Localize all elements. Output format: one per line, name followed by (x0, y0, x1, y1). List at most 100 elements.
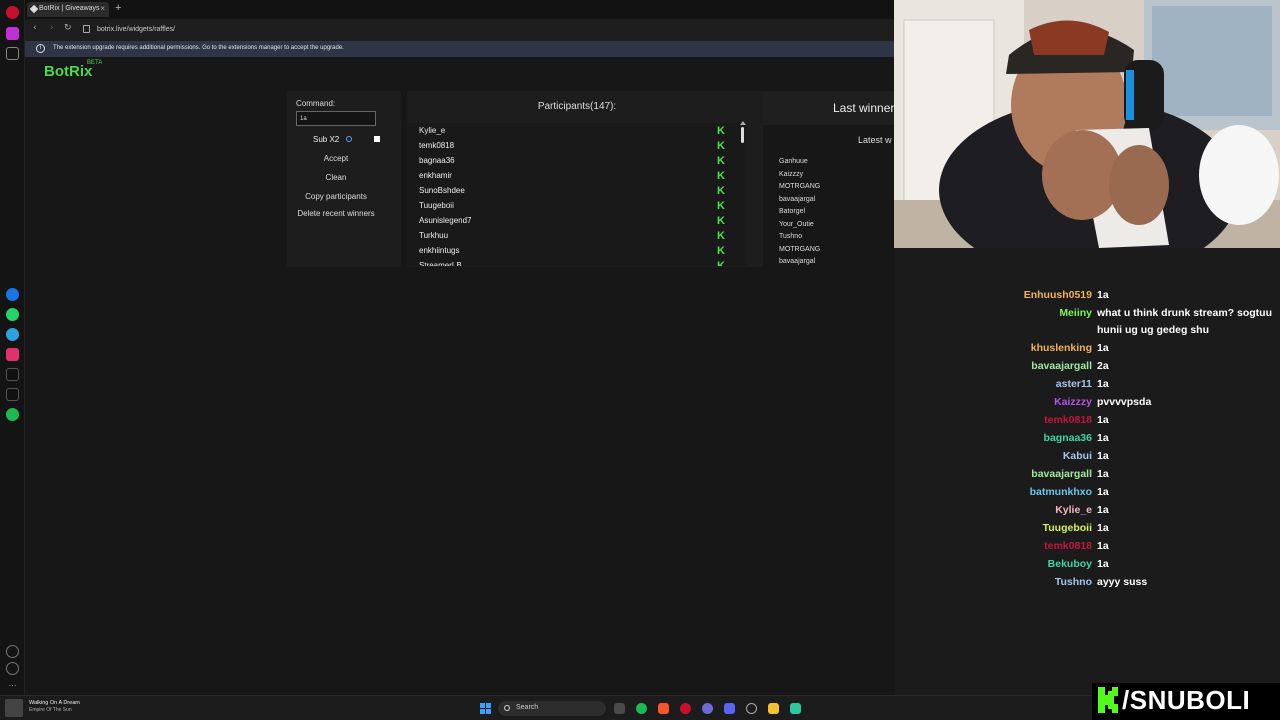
media-thumbnail[interactable] (5, 699, 23, 717)
browser-sidebar: ⋯ (0, 0, 25, 695)
participant-name: Turkhuu (419, 231, 449, 240)
heart-icon[interactable] (6, 645, 19, 658)
media-artist: Empire Of The Sun (29, 707, 72, 713)
taskbar-search[interactable]: Search (498, 701, 606, 716)
discord-icon[interactable] (724, 703, 735, 714)
scroll-up-icon[interactable] (740, 121, 746, 125)
participant-row[interactable]: StreamerLB K (419, 261, 739, 267)
url-field[interactable]: botrix.live/widgets/raffles/ (97, 26, 175, 33)
botrix-logo[interactable]: BotRix (44, 63, 92, 80)
forward-icon[interactable]: › (50, 23, 54, 33)
chat-username: bavaajargall (1031, 360, 1092, 372)
chat-text: 1a (1097, 540, 1109, 552)
opera-taskbar-icon[interactable] (680, 703, 691, 714)
participant-row[interactable]: Tuugeboii K (419, 201, 739, 216)
winner-row: Kaizzzy (779, 170, 804, 178)
telegram-icon[interactable] (6, 328, 19, 341)
beta-badge: BETA (87, 60, 103, 66)
winner-row: Tushno (779, 233, 803, 240)
participant-row[interactable]: Turkhuu K (419, 231, 739, 246)
star-icon[interactable] (6, 47, 19, 60)
history-icon[interactable] (6, 662, 19, 675)
chat-username: Meiiny (1059, 307, 1092, 319)
windows-start-icon[interactable] (480, 703, 491, 714)
taskbar: Walking On A Dream Empire Of The Sun Sea… (0, 695, 1280, 720)
whatsapp-icon[interactable] (6, 308, 19, 321)
reload-icon[interactable]: ↻ (64, 23, 72, 33)
participant-row[interactable]: enkhiintugs K (419, 246, 739, 261)
webcam-overlay (894, 0, 1280, 248)
delete-recent-winners-button[interactable]: Delete recent winners (297, 209, 375, 218)
accept-button[interactable]: Accept (297, 154, 375, 163)
kick-badge-icon: K (717, 230, 725, 242)
extension-notice-bar: i The extension upgrade requires additio… (25, 41, 895, 57)
participant-row[interactable]: SunoBshdee K (419, 186, 739, 201)
kick-badge-icon: K (717, 155, 725, 167)
kick-badge-icon: K (717, 170, 725, 182)
participants-panel: Participants(147): Kylie_e Ktemk0818 Kbagn… (407, 91, 767, 267)
latest-winners-subtitle: Latest w (858, 135, 892, 145)
spotify-icon[interactable] (6, 408, 19, 421)
new-tab-icon[interactable]: + (115, 2, 121, 14)
participant-row[interactable]: Asunislegend7 K (419, 216, 739, 231)
tab-botrix-giveaways[interactable]: BotRix | Giveaways × (27, 2, 109, 17)
tab-strip: BotRix | Giveaways × + (25, 0, 895, 19)
more-icon[interactable]: ⋯ (6, 679, 19, 692)
chat-text: 1a (1097, 522, 1109, 534)
participant-name: Kylie_e (419, 126, 446, 135)
info-circle-icon: i (36, 44, 45, 53)
settings-icon[interactable] (746, 703, 757, 714)
winner-row: MOTRGANG (779, 245, 821, 253)
raffle-controls-panel: Command: 1a Sub X2 Accept Clean Copy par… (287, 91, 401, 267)
spotify-taskbar-icon[interactable] (636, 703, 647, 714)
winner-row: bavaajargal (779, 258, 816, 265)
chat-text: 1a (1097, 504, 1109, 516)
tab-close-icon[interactable]: × (100, 4, 105, 13)
search-label: Search (516, 704, 539, 711)
sub-x2-checkbox[interactable] (374, 136, 380, 142)
participants-list[interactable]: Kylie_e Ktemk0818 Kbagnaa36 Kenkhamir K SunoB… (407, 123, 747, 266)
info-icon[interactable] (346, 136, 352, 142)
streamer-webcam-image (894, 0, 1280, 248)
last-winners-title: Last winners (833, 101, 895, 115)
clean-button[interactable]: Clean (297, 173, 375, 182)
participant-row[interactable]: temk0818 K (419, 141, 739, 156)
copy-participants-button[interactable]: Copy participants (297, 192, 375, 201)
opera-gx-icon[interactable] (702, 703, 713, 714)
participant-row[interactable]: enkhamir K (419, 171, 739, 186)
screen: ⋯ BotRix | Giveaways × + ‹ › ↻ botrix.li… (0, 0, 1280, 720)
sub-x2-label: Sub X2 (313, 135, 340, 144)
chat-text: 1a (1097, 342, 1109, 354)
chat-text: 1a (1097, 486, 1109, 498)
chat-username: khuslenking (1030, 342, 1092, 354)
chat-text: 1a (1097, 558, 1109, 570)
chat-text: 1a (1097, 432, 1109, 444)
task-view-icon[interactable] (614, 703, 625, 714)
participants-scrollbar[interactable] (741, 127, 744, 143)
chat-username: Kaizzzy (1054, 396, 1092, 408)
chat-username: bavaajargall (1031, 468, 1092, 480)
file-explorer-icon[interactable] (768, 703, 779, 714)
command-input[interactable]: 1a (296, 111, 376, 126)
opera-logo-icon[interactable] (6, 6, 19, 19)
participant-row[interactable]: Kylie_e K (419, 126, 739, 141)
participant-name: temk0818 (419, 141, 455, 150)
botrix-page: BotRix BETA Command: 1a Sub X2 Accept Cl… (25, 57, 895, 695)
participant-row[interactable]: bagnaa36 K (419, 156, 739, 171)
streamer-brand: /SNUBOLI (1092, 683, 1280, 720)
tiktok-icon[interactable] (6, 368, 19, 381)
x-icon[interactable] (6, 388, 19, 401)
winner-row: MOTRGANG (779, 183, 821, 190)
kick-badge-icon: K (717, 140, 725, 152)
instagram-icon[interactable] (6, 348, 19, 361)
back-icon[interactable]: ‹ (33, 23, 37, 33)
kick-badge-icon: K (717, 245, 725, 257)
notice-text: The extension upgrade requires additiona… (53, 45, 344, 51)
app-icon[interactable] (790, 703, 801, 714)
home-icon[interactable] (6, 27, 19, 40)
winner-row: Batorgel (779, 208, 806, 215)
messenger-icon[interactable] (6, 288, 19, 301)
brave-icon[interactable] (658, 703, 669, 714)
chat-username: batmunkhxo (1029, 486, 1092, 498)
chat-text: 1a (1097, 414, 1109, 426)
